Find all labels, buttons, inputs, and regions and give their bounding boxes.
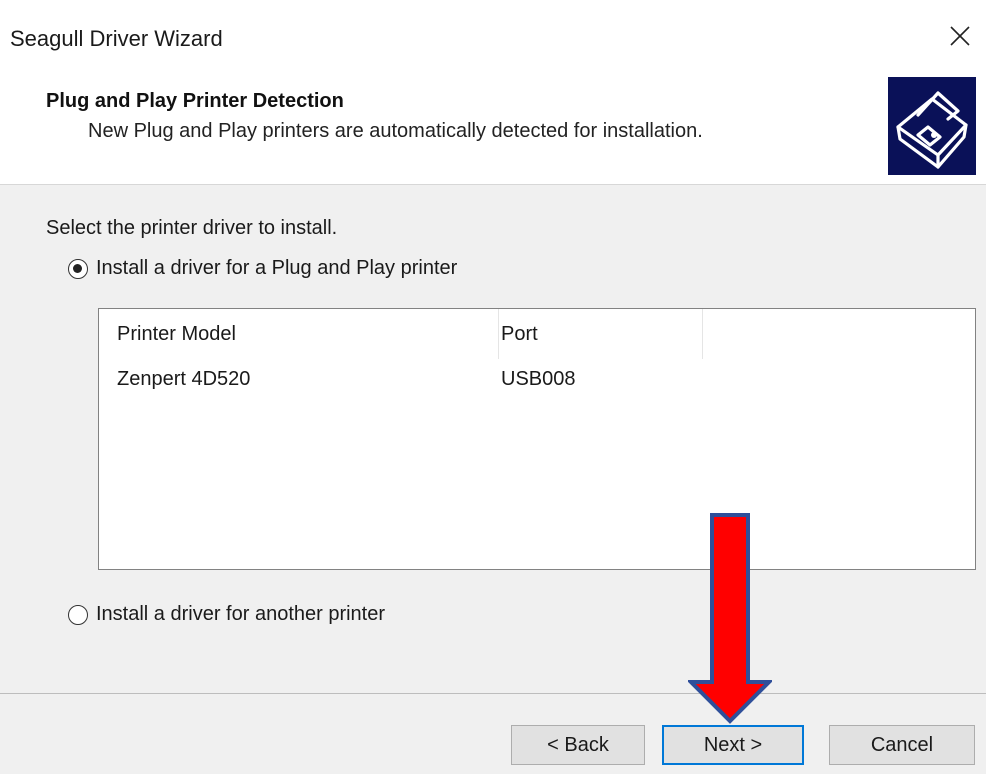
column-printer-model[interactable]: Printer Model — [99, 309, 499, 359]
back-button[interactable]: < Back — [511, 725, 645, 765]
radio-plug-and-play[interactable]: Install a driver for a Plug and Play pri… — [68, 257, 457, 280]
table-row[interactable]: Zenpert 4D520 USB008 — [99, 361, 975, 397]
next-button[interactable]: Next > — [662, 725, 804, 765]
page-subheading: New Plug and Play printers are automatic… — [88, 120, 703, 142]
radio-another-printer[interactable]: Install a driver for another printer — [68, 603, 385, 626]
printer-list-header: Printer Model Port — [99, 309, 975, 359]
radio-button-unselected[interactable] — [68, 604, 88, 625]
wizard-body: Select the printer driver to install. In… — [0, 185, 986, 693]
driver-prompt: Select the printer driver to install. — [46, 217, 338, 239]
close-icon[interactable] — [942, 18, 978, 54]
wizard-header: Plug and Play Printer Detection New Plug… — [0, 72, 986, 185]
wizard-footer: < Back Next > Cancel — [0, 693, 986, 774]
page-heading: Plug and Play Printer Detection — [46, 90, 344, 112]
radio-label-another-printer: Install a driver for another printer — [96, 603, 386, 625]
printer-icon — [888, 77, 976, 175]
title-bar: Seagull Driver Wizard — [0, 0, 986, 72]
printer-list[interactable]: Printer Model Port Zenpert 4D520 USB008 — [98, 308, 976, 570]
radio-label-plug-and-play: Install a driver for a Plug and Play pri… — [96, 257, 458, 279]
radio-button-selected[interactable] — [68, 258, 88, 279]
cell-printer-model: Zenpert 4D520 — [117, 367, 251, 390]
column-port[interactable]: Port — [499, 309, 703, 359]
cell-port: USB008 — [501, 367, 576, 390]
window-title: Seagull Driver Wizard — [10, 26, 223, 51]
wizard-window: Seagull Driver Wizard Plug and Play Prin… — [0, 0, 986, 774]
cancel-button[interactable]: Cancel — [829, 725, 975, 765]
